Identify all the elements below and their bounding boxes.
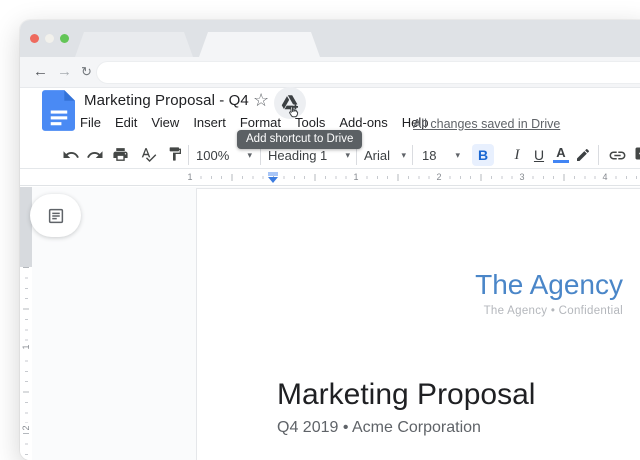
chevron-down-icon: ▾ [247, 150, 252, 161]
style-value: Heading 1 [268, 148, 327, 163]
print-icon[interactable] [112, 146, 130, 164]
ruler-ticks [190, 169, 640, 185]
ruler-mark: 1 [21, 342, 31, 352]
vertical-ruler: 1 2 [20, 187, 32, 460]
font-size-value: 18 [422, 148, 436, 163]
back-icon[interactable]: ← [33, 62, 48, 82]
bold-button[interactable]: B [472, 144, 494, 166]
first-line-indent-marker[interactable] [268, 172, 278, 176]
doc-brand-subheading: The Agency • Confidential [484, 305, 623, 317]
toolbar-separator [188, 145, 189, 165]
zoom-button[interactable] [60, 34, 69, 43]
left-indent-marker[interactable] [268, 177, 278, 183]
font-value: Arial [364, 148, 390, 163]
font-size-select[interactable]: 18 ▾ [422, 146, 460, 164]
chevron-down-icon: ▾ [455, 150, 460, 161]
docs-header: Marketing Proposal - Q4 ☆ File Edit View… [20, 89, 640, 141]
insert-link-icon[interactable] [608, 146, 626, 164]
menu-file[interactable]: File [78, 115, 103, 130]
browser-tab-2[interactable] [199, 32, 320, 57]
italic-button[interactable]: I [506, 144, 528, 166]
undo-icon[interactable] [62, 146, 80, 164]
menu-insert[interactable]: Insert [191, 115, 228, 130]
browser-navbar: ← → ↻ [20, 57, 640, 88]
add-comment-icon[interactable] [634, 146, 640, 164]
address-bar[interactable] [96, 61, 640, 84]
ruler-mark: 2 [433, 169, 444, 185]
text-color-button[interactable]: A [550, 144, 572, 166]
doc-title-text: Marketing Proposal [277, 378, 535, 412]
google-docs-icon[interactable] [42, 90, 75, 131]
font-select[interactable]: Arial ▾ [364, 146, 406, 164]
ruler-mark: 2 [21, 423, 31, 433]
highlight-pen-icon[interactable] [575, 147, 593, 165]
chevron-down-icon: ▾ [401, 150, 406, 161]
hand-cursor-icon [286, 104, 301, 120]
redo-icon[interactable] [86, 146, 104, 164]
menu-format[interactable]: Format [238, 115, 283, 130]
chevron-down-icon: ▾ [345, 150, 350, 161]
underline-button[interactable]: U [528, 144, 550, 166]
spellcheck-icon[interactable] [140, 146, 158, 164]
tooltip: Add shortcut to Drive [237, 130, 362, 149]
menu-edit[interactable]: Edit [113, 115, 139, 130]
star-icon[interactable]: ☆ [253, 90, 269, 111]
ruler-mark: 1 [350, 169, 361, 185]
document-page[interactable]: The Agency The Agency • Confidential Mar… [196, 188, 640, 460]
document-outline-icon [47, 207, 65, 225]
vertical-ruler-margin [20, 187, 32, 267]
toolbar-separator [412, 145, 413, 165]
menu-bar: File Edit View Insert Format Tools Add-o… [78, 115, 431, 130]
ruler-mark: 3 [516, 169, 527, 185]
browser-window: ← → ↻ Marketing Proposal - Q4 ☆ [20, 20, 640, 460]
document-canvas: 1 2 The Agency The Agency • Confidential… [20, 187, 640, 460]
tab-strip [20, 20, 640, 57]
menu-addons[interactable]: Add-ons [337, 115, 389, 130]
doc-brand-heading: The Agency [475, 269, 623, 301]
menu-view[interactable]: View [149, 115, 181, 130]
close-button[interactable] [30, 34, 39, 43]
show-outline-button[interactable] [30, 194, 81, 237]
horizontal-ruler: 1 1 2 3 4 [20, 169, 640, 186]
browser-tab-1[interactable] [75, 32, 193, 57]
ruler-mark: 1 [184, 169, 195, 185]
doc-subtitle-text: Q4 2019 • Acme Corporation [277, 419, 481, 437]
zoom-value: 100% [196, 148, 229, 163]
forward-icon[interactable]: → [57, 62, 72, 82]
toolbar-separator [598, 145, 599, 165]
reload-icon[interactable]: ↻ [81, 62, 92, 82]
paint-format-icon[interactable] [167, 146, 185, 164]
document-title[interactable]: Marketing Proposal - Q4 [84, 92, 249, 109]
minimize-button[interactable] [45, 34, 54, 43]
save-status-link[interactable]: All changes saved in Drive [413, 117, 560, 131]
ruler-mark: 4 [599, 169, 610, 185]
